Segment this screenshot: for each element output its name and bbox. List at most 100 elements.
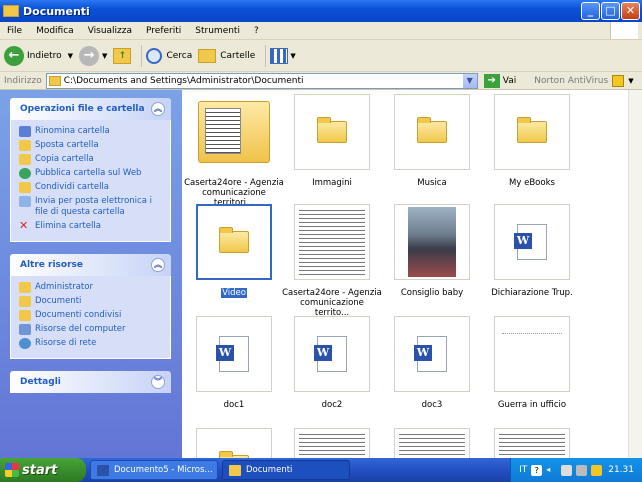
menu-bar: File Modifica Visualizza Preferiti Strum… xyxy=(0,22,642,40)
place-shared-documents[interactable]: Documenti condivisi xyxy=(19,310,164,321)
language-indicator[interactable]: IT xyxy=(519,465,527,475)
back-arrow-icon: ← xyxy=(4,45,24,66)
norton-antivirus-toolbar[interactable]: Norton AntiVirus ▼ xyxy=(534,74,634,87)
address-path: C:\Documents and Settings\Administrator\… xyxy=(63,75,304,86)
file-item[interactable]: W Dichiarazione Trup. xyxy=(482,204,582,298)
file-name: Dichiarazione Trup. xyxy=(491,288,573,298)
network-icon xyxy=(19,338,31,349)
back-button[interactable]: ← Indietro ▼ xyxy=(4,45,73,66)
vertical-scrollbar[interactable] xyxy=(628,90,642,458)
taskbar-label: Documenti xyxy=(246,465,293,475)
start-label: start xyxy=(22,462,58,478)
folders-label: Cartelle xyxy=(220,50,256,61)
place-documenti[interactable]: Documenti xyxy=(19,296,164,307)
documents-folder-icon xyxy=(19,296,31,307)
task-email-files[interactable]: Invia per posta elettronica i file di qu… xyxy=(19,196,164,218)
file-item-partial[interactable] xyxy=(282,428,382,458)
collapse-chevron-icon[interactable]: ︽ xyxy=(151,102,165,116)
task-move-folder[interactable]: Sposta cartella xyxy=(19,140,164,151)
menu-help[interactable]: ? xyxy=(247,26,266,36)
up-folder-button[interactable]: ↑ xyxy=(113,47,132,64)
file-thumbnail: W xyxy=(494,204,570,280)
search-button[interactable]: Cerca xyxy=(146,47,192,64)
collapse-chevron-icon[interactable]: ︽ xyxy=(151,258,165,272)
file-item[interactable]: Musica xyxy=(382,94,482,188)
file-tasks-header[interactable]: Operazioni file e cartella ︽ xyxy=(10,98,171,120)
file-item[interactable]: My eBooks xyxy=(482,94,582,188)
maximize-button[interactable]: □ xyxy=(601,2,620,20)
task-delete-folder[interactable]: ✕ Elimina cartella xyxy=(19,220,164,232)
file-item-partial[interactable] xyxy=(382,428,482,458)
file-item-partial[interactable] xyxy=(184,428,284,458)
minimize-button[interactable]: _ xyxy=(581,2,600,20)
file-item[interactable]: Caserta24ore - Agenzia comunicazione ter… xyxy=(184,94,284,208)
task-copy-folder[interactable]: Copia cartella xyxy=(19,154,164,165)
file-tasks-group: Operazioni file e cartella ︽ Rinomina ca… xyxy=(10,98,171,242)
file-item[interactable]: W doc3 xyxy=(382,316,482,410)
go-arrow-icon: ➔ xyxy=(483,73,500,88)
place-label: Risorse di rete xyxy=(35,338,97,348)
task-share-folder[interactable]: Condividi cartella xyxy=(19,182,164,193)
window-title: Documenti xyxy=(23,4,90,18)
norton-dropdown-icon[interactable]: ▼ xyxy=(628,77,633,85)
close-button[interactable]: ✕ xyxy=(621,2,640,20)
title-bar[interactable]: Documenti _ □ ✕ xyxy=(0,0,642,22)
menu-file[interactable]: File xyxy=(0,26,29,36)
task-rename-folder[interactable]: Rinomina cartella xyxy=(19,126,164,137)
file-name: doc3 xyxy=(421,400,443,410)
file-item[interactable]: Caserta24ore - Agenzia comunicazione ter… xyxy=(282,204,382,318)
go-button[interactable]: ➔ Vai xyxy=(483,73,516,88)
file-view[interactable]: Caserta24ore - Agenzia comunicazione ter… xyxy=(182,90,628,458)
address-input[interactable]: C:\Documents and Settings\Administrator\… xyxy=(45,72,478,89)
forward-dropdown-icon[interactable]: ▼ xyxy=(102,52,107,60)
other-places-title: Altre risorse xyxy=(20,260,83,270)
document-thumb-icon xyxy=(299,207,365,277)
place-network[interactable]: Risorse di rete xyxy=(19,338,164,349)
menu-view[interactable]: Visualizza xyxy=(81,26,139,36)
file-thumbnail xyxy=(394,428,470,458)
forward-button[interactable]: → ▼ xyxy=(79,45,107,66)
file-item[interactable]: W doc1 xyxy=(184,316,284,410)
file-name: My eBooks xyxy=(509,178,555,188)
windows-logo-icon xyxy=(610,22,638,39)
file-name: Guerra in ufficio xyxy=(497,400,567,410)
address-dropdown-icon[interactable]: ▼ xyxy=(462,73,477,88)
tray-arrow-icon[interactable]: ◂ xyxy=(546,465,557,476)
expand-chevron-icon[interactable]: ︾ xyxy=(151,375,165,389)
clock[interactable]: 21.31 xyxy=(608,465,634,475)
back-dropdown-icon[interactable]: ▼ xyxy=(68,52,73,60)
taskbar-button-word[interactable]: Documento5 - Micros... xyxy=(90,460,218,480)
file-name: Immagini xyxy=(312,178,352,188)
network-tray-icon[interactable] xyxy=(561,464,573,476)
start-button[interactable]: start xyxy=(0,458,86,482)
file-item[interactable]: Immagini xyxy=(282,94,382,188)
menu-edit[interactable]: Modifica xyxy=(29,26,81,36)
place-administrator[interactable]: Administrator xyxy=(19,282,164,293)
file-thumbnail xyxy=(494,428,570,458)
file-item-selected[interactable]: Video xyxy=(184,204,284,298)
word-document-icon: W xyxy=(414,336,447,372)
menu-tools[interactable]: Strumenti xyxy=(188,26,247,36)
help-icon[interactable]: ? xyxy=(531,464,543,476)
task-label: Condividi cartella xyxy=(35,182,110,192)
menu-favorites[interactable]: Preferiti xyxy=(139,26,188,36)
folders-button[interactable]: Cartelle xyxy=(198,48,256,63)
place-my-computer[interactable]: Risorse del computer xyxy=(19,324,164,335)
file-name: Consiglio baby xyxy=(400,288,464,298)
file-thumbnail: W xyxy=(394,316,470,392)
views-button[interactable]: ▼ xyxy=(270,47,296,64)
place-label: Documenti xyxy=(35,296,82,306)
task-publish-web[interactable]: Pubblica cartella sul Web xyxy=(19,168,164,179)
taskbar-button-documenti[interactable]: Documenti xyxy=(222,460,350,480)
file-item[interactable]: Guerra in ufficio xyxy=(482,316,582,410)
details-header[interactable]: Dettagli ︾ xyxy=(10,371,171,393)
file-item-partial[interactable] xyxy=(482,428,582,458)
antivirus-tray-icon[interactable] xyxy=(591,464,603,476)
volume-icon[interactable] xyxy=(576,464,588,476)
file-thumbnail xyxy=(494,316,570,392)
other-places-header[interactable]: Altre risorse ︽ xyxy=(10,254,171,276)
file-item[interactable]: Consiglio baby xyxy=(382,204,482,298)
file-item[interactable]: W doc2 xyxy=(282,316,382,410)
views-dropdown-icon[interactable]: ▼ xyxy=(290,52,295,60)
file-thumbnail: W xyxy=(294,316,370,392)
